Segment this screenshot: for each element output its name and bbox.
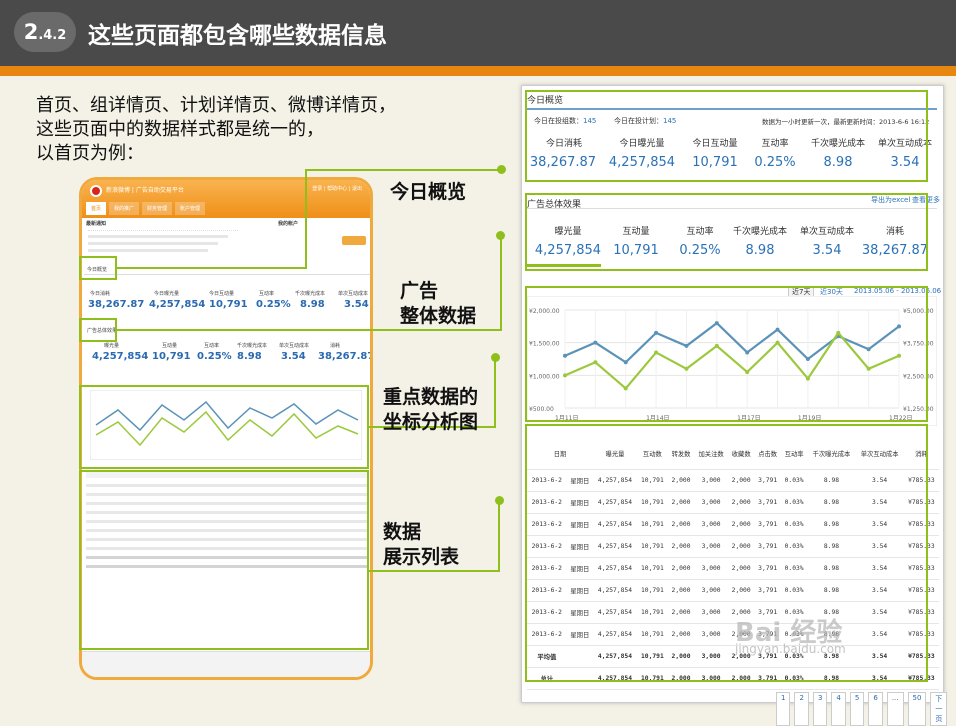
callout-line: 重点数据的: [383, 386, 479, 408]
thumb-summary-value: 10,791: [209, 299, 248, 310]
callout-today: 今日概览: [390, 181, 467, 203]
highlight-box: [79, 470, 369, 650]
highlight-box: [79, 318, 117, 342]
connector-dot: [496, 231, 505, 240]
connector: [117, 267, 307, 269]
thumb-overall-label: 互动率: [204, 343, 220, 349]
thumb-summary-value: 3.54: [344, 299, 369, 310]
thumb-header: 新浪微博 | 广告自助交易平台 登录 | 帮助中心 | 退出 首页 我的推广 财…: [82, 180, 370, 218]
thumb-notice: 最新通知: [86, 221, 107, 227]
thumb-recharge-button[interactable]: [342, 236, 366, 245]
highlight-box: [525, 193, 928, 271]
thumb-tab[interactable]: 财务管理: [142, 202, 173, 215]
callout-line: 坐标分析图: [383, 411, 479, 433]
slide-header: 2.4.2 这些页面都包含哪些数据信息: [0, 0, 956, 66]
highlight-box: [79, 385, 369, 469]
callout-line: 整体数据: [400, 305, 477, 327]
slide-title: 这些页面都包含哪些数据信息: [88, 23, 387, 49]
connector: [500, 235, 502, 331]
callout-line: 广告: [400, 280, 439, 302]
connector: [494, 357, 496, 428]
page-link[interactable]: 6: [868, 692, 883, 726]
thumb-overall-label: 消耗: [330, 343, 341, 349]
thumb-overall-value: 4,257,854: [92, 351, 149, 362]
connector: [498, 500, 500, 572]
page-link[interactable]: ...: [886, 692, 904, 726]
thumb-overall-value: 0.25%: [197, 351, 232, 362]
pagination: 1 2 3 4 5 6... 50 下一页: [776, 692, 948, 726]
thumb-overall-value: 38,267.87: [318, 351, 373, 362]
page-link[interactable]: 3: [812, 692, 828, 726]
connector: [117, 329, 502, 331]
highlight-box: [525, 424, 928, 682]
weibo-logo-icon: [90, 185, 102, 197]
thumb-summary-label: 单次互动成本: [338, 291, 369, 297]
connector: [305, 169, 502, 171]
highlight-box: [525, 90, 928, 182]
thumb-links[interactable]: 登录 | 帮助中心 | 退出: [312, 185, 362, 192]
page-link[interactable]: 50: [907, 692, 927, 726]
divider: [84, 274, 370, 275]
thumb-overall-value: 3.54: [281, 351, 306, 362]
thumb-summary-label: 今日互动量: [209, 291, 235, 297]
thumb-summary-value: 0.25%: [256, 299, 291, 310]
thumb-footer: [82, 651, 370, 677]
highlight-box: [525, 286, 928, 422]
thumb-tab[interactable]: 我的推广: [109, 202, 140, 215]
highlight-box: [79, 256, 117, 280]
thumb-overall-label: 千次曝光成本: [237, 343, 268, 349]
thumb-overall-label: 曝光量: [104, 343, 120, 349]
watermark-url: jingyan.baidu.com: [735, 642, 846, 656]
thumb-summary-label: 互动率: [259, 291, 275, 297]
page-link[interactable]: 1: [776, 692, 791, 726]
page-link[interactable]: 下一页: [930, 692, 948, 726]
intro-line: 这些页面中的数据样式都是统一的，: [36, 119, 324, 140]
connector-dot: [497, 165, 506, 174]
intro-text: 首页、组详情页、计划详情页、微博详情页， 这些页面中的数据样式都是统一的， 以首…: [36, 94, 396, 166]
thumb-tab[interactable]: 首页: [86, 202, 107, 215]
thumb-summary-value: 4,257,854: [149, 299, 206, 310]
thumb-overall-value: 8.98: [237, 351, 262, 362]
thumb-overall-label: 单次互动成本: [279, 343, 310, 349]
thumb-overall-label: 互动量: [162, 343, 178, 349]
thumb-summary-label: 今日曝光量: [154, 291, 180, 297]
page-link[interactable]: 4: [831, 692, 846, 726]
intro-line: 首页、组详情页、计划详情页、微博详情页，: [36, 95, 396, 116]
thumb-summary-value: 38,267.87: [88, 299, 145, 310]
thumb-account: 我的帐户: [278, 221, 299, 227]
connector: [369, 570, 500, 572]
thumb-brand: 新浪微博 | 广告自助交易平台: [106, 187, 184, 194]
thumb-summary-value: 8.98: [300, 299, 325, 310]
callout-table: 数据 展示列表: [383, 520, 459, 570]
connector-dot: [491, 353, 500, 362]
section-badge: 2.4.2: [14, 12, 76, 52]
callout-line: 展示列表: [383, 546, 460, 568]
callout-chart: 重点数据的坐标分析图: [383, 385, 478, 435]
connector: [305, 169, 307, 269]
thumb-tabs: 首页 我的推广 财务管理 账户管理: [86, 202, 206, 215]
page-link[interactable]: 5: [849, 692, 865, 726]
thumb-notice-list: [88, 230, 238, 252]
page-link[interactable]: 2: [794, 692, 809, 726]
connector-dot: [495, 496, 504, 505]
thumb-tab[interactable]: 账户管理: [175, 202, 206, 215]
intro-line: 以首页为例：: [36, 143, 144, 164]
callout-line: 数据: [383, 521, 422, 543]
thumb-overall-value: 10,791: [152, 351, 191, 362]
thumb-summary-label: 今日消耗: [90, 291, 111, 297]
thumb-summary-label: 千次曝光成本: [295, 291, 326, 297]
callout-ad: 广告 整体数据: [400, 279, 476, 329]
accent-bar: [0, 66, 956, 76]
